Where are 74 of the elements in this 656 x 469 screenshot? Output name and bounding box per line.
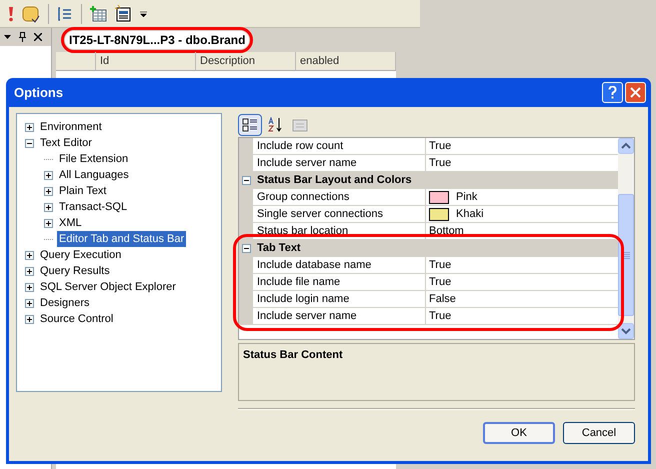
expand-icon[interactable] <box>25 266 34 276</box>
expand-icon[interactable] <box>25 282 34 292</box>
scroll-down-icon[interactable] <box>618 323 634 339</box>
expand-icon[interactable] <box>25 314 34 324</box>
collapse-icon[interactable] <box>242 244 250 253</box>
property-value[interactable]: Pink <box>456 189 478 205</box>
categorized-view-button[interactable] <box>238 114 262 136</box>
collapse-icon[interactable] <box>242 176 250 185</box>
dialog-button[interactable]: OK <box>483 422 555 444</box>
property-name[interactable]: Include database name <box>253 257 426 274</box>
column-header[interactable]: enabled <box>296 52 396 70</box>
property-value[interactable]: False <box>429 291 456 307</box>
tree-item[interactable]: Text Editor <box>38 135 94 151</box>
caret-icon[interactable] <box>4 35 11 39</box>
expand-icon[interactable] <box>44 170 53 180</box>
document-tab[interactable]: IT25-LT-8N79L...P3 - dbo.Brand <box>65 31 250 49</box>
tree-item[interactable]: Plain Text <box>57 183 108 199</box>
pin-icon[interactable] <box>19 32 26 42</box>
row-margin <box>239 138 253 155</box>
category-label: Tab Text <box>256 241 301 256</box>
tree-item[interactable]: Query Results <box>38 263 112 279</box>
tree-item[interactable]: Source Control <box>38 311 116 327</box>
dropdown-icon[interactable] <box>140 10 147 18</box>
close-icon <box>630 87 641 98</box>
exclamation-icon[interactable] <box>8 6 14 22</box>
description-title: Status Bar Content <box>243 349 343 361</box>
collapse-icon[interactable] <box>25 138 34 148</box>
property-name[interactable]: Include server name <box>253 308 426 325</box>
tree-item[interactable]: Editor Tab and Status Bar <box>57 231 186 247</box>
category-label: Status Bar Layout and Colors <box>256 173 412 188</box>
tree-item[interactable]: XML <box>57 215 84 231</box>
expand-icon[interactable] <box>25 298 34 308</box>
tree-item[interactable]: Query Execution <box>38 247 124 263</box>
sort-icon <box>267 117 283 133</box>
property-name[interactable]: Include login name <box>253 291 426 308</box>
add-table-icon[interactable] <box>90 6 107 22</box>
column-header[interactable]: Description <box>196 52 296 70</box>
tree-item[interactable]: All Languages <box>57 167 131 183</box>
tree-item[interactable]: SQL Server Object Explorer <box>38 279 178 295</box>
expand-icon[interactable] <box>44 218 53 228</box>
expand-icon[interactable] <box>44 202 53 212</box>
property-name[interactable]: Include file name <box>253 274 426 291</box>
help-button[interactable] <box>602 82 623 103</box>
property-value[interactable]: Bottom <box>429 223 464 239</box>
categorized-list-icon <box>242 117 258 133</box>
tree-item[interactable]: Designers <box>38 295 92 311</box>
close-icon[interactable] <box>34 33 42 41</box>
property-name[interactable]: Group connections <box>253 189 426 206</box>
tree-item[interactable]: Environment <box>38 119 104 135</box>
property-value[interactable]: True <box>429 274 452 290</box>
property-value[interactable]: Khaki <box>456 206 484 222</box>
expand-icon[interactable] <box>25 122 34 132</box>
property-value[interactable]: True <box>429 155 452 171</box>
database-query-icon[interactable] <box>22 4 40 22</box>
dialog-button[interactable]: Cancel <box>563 422 635 444</box>
expand-icon[interactable] <box>44 186 53 196</box>
property-value[interactable]: True <box>429 308 452 324</box>
table-icon[interactable] <box>115 5 132 22</box>
property-value[interactable]: True <box>429 257 452 273</box>
help-icon <box>608 86 617 99</box>
tree-item[interactable]: File Extension <box>57 151 130 167</box>
close-button[interactable] <box>625 82 646 103</box>
property-name[interactable]: Single server connections <box>253 206 426 223</box>
expand-icon[interactable] <box>25 250 34 260</box>
window-title: Options <box>14 84 64 102</box>
scrollbar[interactable] <box>618 138 634 339</box>
pages-icon <box>292 118 308 132</box>
tree-item[interactable]: Transact-SQL <box>57 199 130 215</box>
scroll-up-icon[interactable] <box>618 138 634 154</box>
row-margin <box>239 308 253 325</box>
property-value[interactable]: True <box>429 138 452 154</box>
property-name[interactable]: Include row count <box>253 138 426 155</box>
column-header[interactable]: Id <box>96 52 196 70</box>
list-icon[interactable] <box>57 6 73 22</box>
